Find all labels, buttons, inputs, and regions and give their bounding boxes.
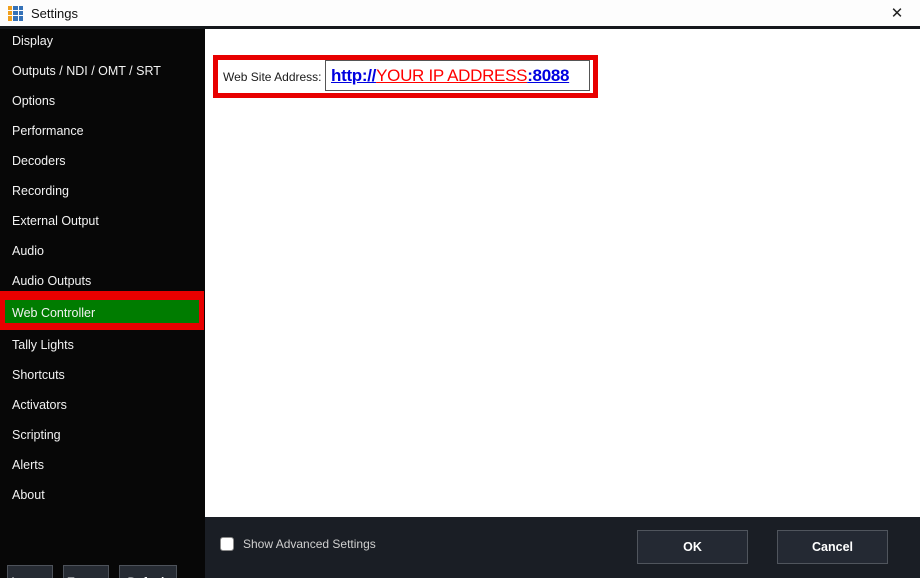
- export-button[interactable]: Export: [63, 565, 109, 578]
- sidebar-item-label: Outputs / NDI / OMT / SRT: [12, 64, 161, 78]
- sidebar-nav: Display Outputs / NDI / OMT / SRT Option…: [0, 26, 205, 510]
- sidebar-item-label: Audio: [12, 244, 44, 258]
- sidebar-item-label: Web Controller: [12, 306, 96, 320]
- close-icon[interactable]: ✕: [882, 4, 912, 22]
- sidebar-item-label: Audio Outputs: [12, 274, 92, 288]
- sidebar-item[interactable]: Scripting: [0, 420, 205, 450]
- url-port: :8088: [527, 65, 570, 85]
- sidebar-item-label: Alerts: [12, 458, 44, 472]
- ok-button[interactable]: OK: [637, 530, 748, 564]
- sidebar-item[interactable]: Performance: [0, 116, 205, 146]
- settings-window: Settings ✕ Display Outputs / NDI / OMT /…: [0, 0, 920, 578]
- sidebar-item[interactable]: Audio Outputs: [0, 266, 205, 296]
- sidebar-item-label: Scripting: [12, 428, 61, 442]
- sidebar-item[interactable]: Tally Lights: [0, 330, 205, 360]
- sidebar-item[interactable]: About: [0, 480, 205, 510]
- import-button[interactable]: Import: [7, 565, 53, 578]
- sidebar-item[interactable]: External Output: [0, 206, 205, 236]
- show-advanced-label: Show Advanced Settings: [243, 537, 376, 551]
- titlebar-divider: [0, 26, 920, 29]
- sidebar: Display Outputs / NDI / OMT / SRT Option…: [0, 26, 205, 578]
- sidebar-item-label: Options: [12, 94, 56, 108]
- sidebar-item[interactable]: Activators: [0, 390, 205, 420]
- sidebar-item-label: External Output: [12, 214, 99, 228]
- sidebar-item-label: Performance: [12, 124, 84, 138]
- sidebar-item[interactable]: Alerts: [0, 450, 205, 480]
- sidebar-item-label: Activators: [12, 398, 67, 412]
- web-site-address-link[interactable]: http:// YOUR IP ADDRESS :8088: [325, 60, 590, 91]
- sidebar-item[interactable]: Web Controller: [0, 296, 204, 330]
- window-title: Settings: [31, 5, 78, 21]
- sidebar-item[interactable]: Options: [0, 86, 205, 116]
- show-advanced-checkbox[interactable]: [220, 537, 234, 551]
- sidebar-item-label: About: [12, 488, 45, 502]
- footer-bar: Show Advanced Settings OK Cancel: [205, 517, 920, 578]
- url-host-placeholder: YOUR IP ADDRESS: [376, 65, 528, 85]
- sidebar-item[interactable]: Outputs / NDI / OMT / SRT: [0, 56, 205, 86]
- default-button[interactable]: Default: [119, 565, 177, 578]
- sidebar-item-label: Tally Lights: [12, 338, 74, 352]
- web-site-address-label: Web Site Address:: [223, 70, 322, 84]
- sidebar-item-label: Display: [12, 34, 53, 48]
- sidebar-item[interactable]: Decoders: [0, 146, 205, 176]
- sidebar-item[interactable]: Shortcuts: [0, 360, 205, 390]
- title-bar: Settings ✕: [0, 0, 920, 26]
- url-scheme: http://: [331, 65, 377, 85]
- sidebar-item-label: Recording: [12, 184, 69, 198]
- sidebar-item[interactable]: Audio: [0, 236, 205, 266]
- vmix-logo-icon: [8, 5, 23, 21]
- sidebar-item-label: Shortcuts: [12, 368, 65, 382]
- show-advanced-row: Show Advanced Settings: [220, 537, 376, 551]
- cancel-button[interactable]: Cancel: [777, 530, 888, 564]
- sidebar-item-label: Decoders: [12, 154, 66, 168]
- sidebar-item[interactable]: Recording: [0, 176, 205, 206]
- main-panel: [205, 29, 920, 517]
- sidebar-item[interactable]: Display: [0, 26, 205, 56]
